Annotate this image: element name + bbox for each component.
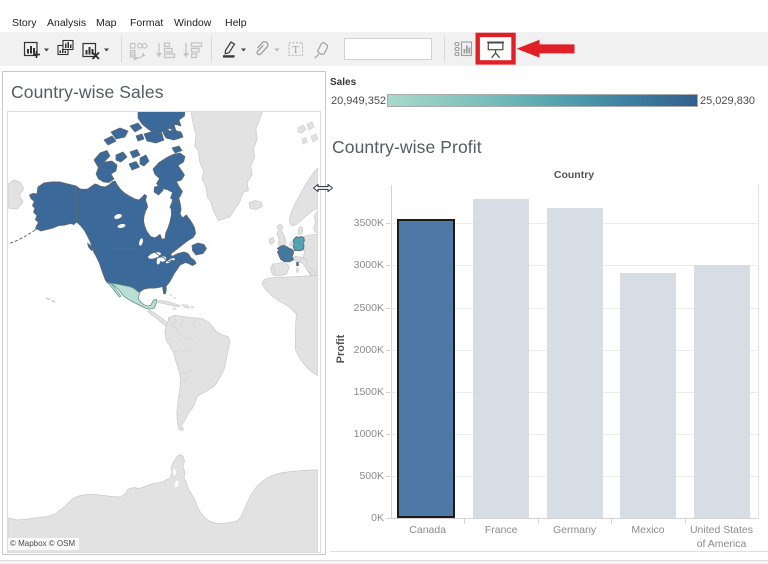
svg-text:T: T bbox=[292, 45, 299, 56]
